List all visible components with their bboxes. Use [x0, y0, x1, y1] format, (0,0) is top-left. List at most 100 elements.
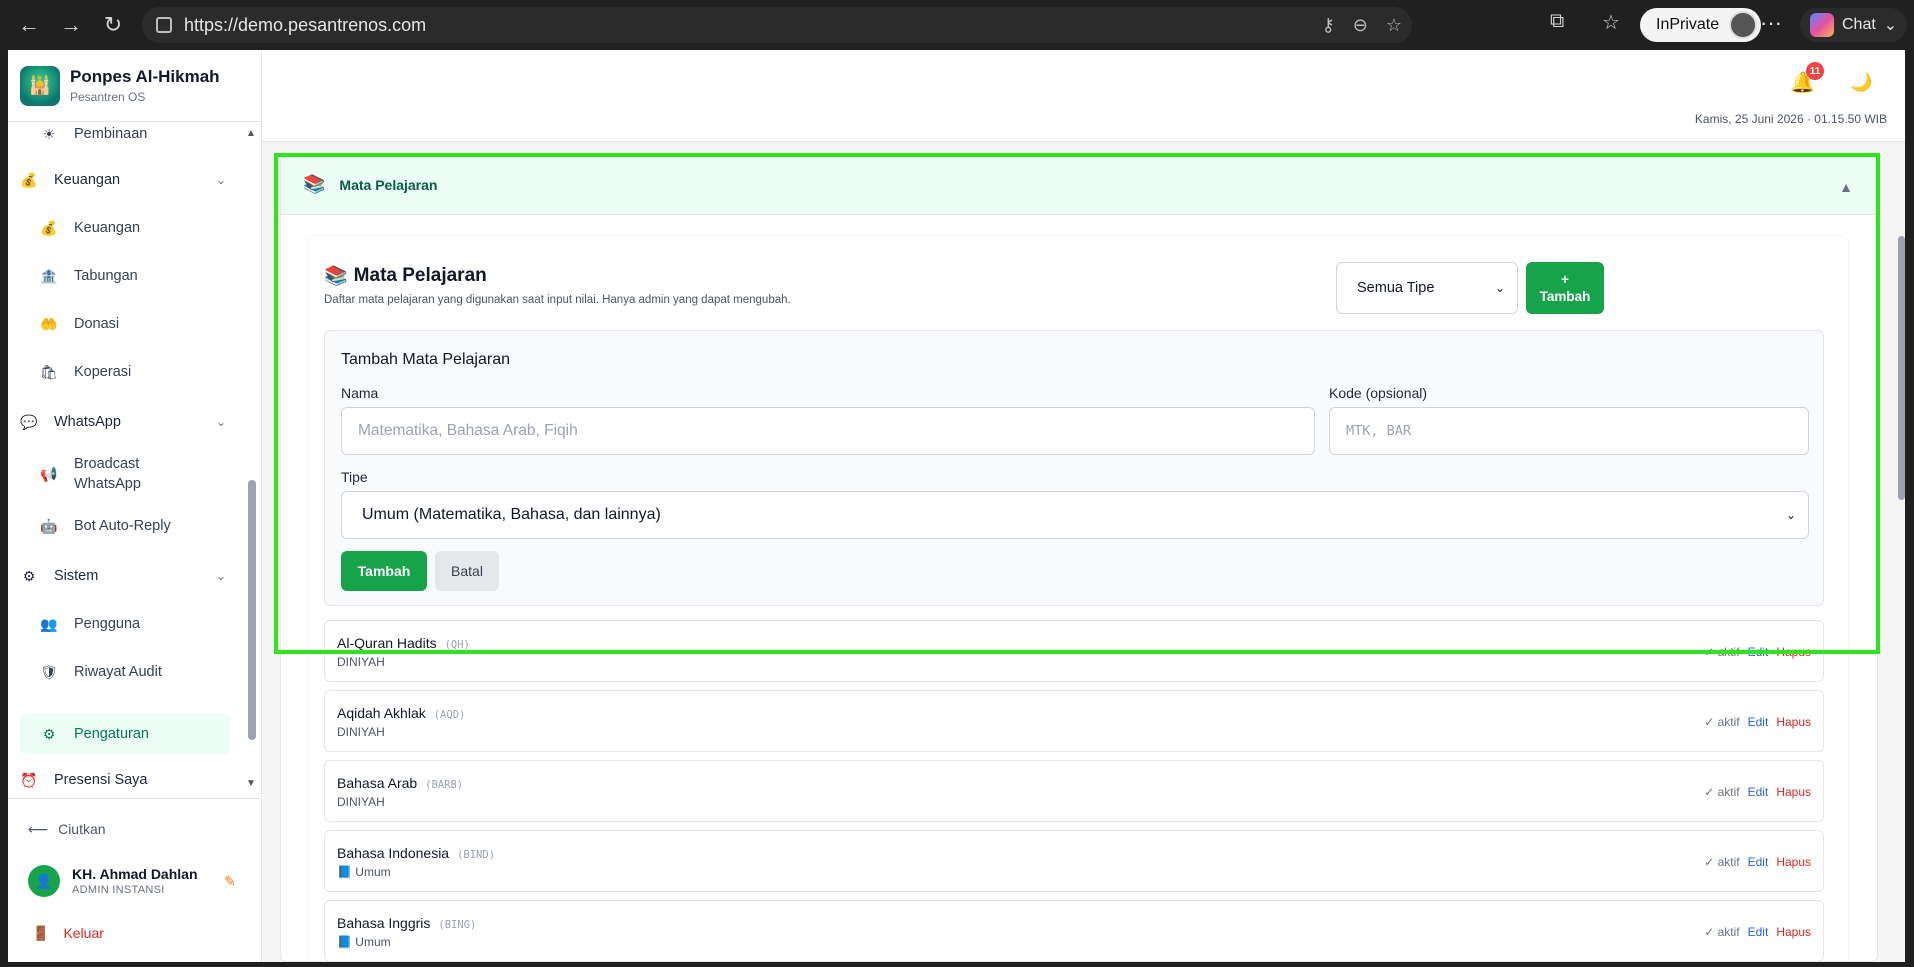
brand-header[interactable]: 🕌 Ponpes Al-Hikmah Pesantren OS	[8, 50, 261, 122]
main-content: 🔔 11 🌙 Kamis, 25 Juni 2026 · 01.15.50 WI…	[262, 50, 1905, 962]
donation-hands-icon: 🤲	[40, 315, 58, 332]
delete-link[interactable]: Hapus	[1776, 785, 1811, 799]
zoom-icon[interactable]: ⊖	[1353, 15, 1368, 36]
panel-title: Mata Pelajaran	[339, 176, 438, 193]
sidebar-item-keuangan[interactable]: 💰 Keuangan	[38, 210, 238, 246]
sidebar-item-label: Sistem	[54, 568, 99, 584]
address-bar[interactable]: https://demo.pesantrenos.com ⚷ ⊖ ☆	[142, 7, 1412, 43]
chevron-down-icon: ⌄	[215, 415, 226, 429]
key-icon[interactable]: ⚷	[1322, 15, 1335, 36]
shopping-bag-icon: 🛍	[40, 363, 58, 380]
sidebar-group-whatsapp[interactable]: 💬 WhatsApp ⌄	[18, 404, 238, 440]
add-subject-form: Tambah Mata Pelajaran Nama Matematika, B…	[324, 330, 1824, 606]
notification-badge: 11	[1806, 62, 1824, 80]
type-select[interactable]: Umum (Matematika, Bahasa, dan lainnya) ⌄	[341, 491, 1809, 539]
chevron-down-icon: ⌄	[1785, 508, 1796, 522]
megaphone-icon: 📢	[40, 465, 58, 482]
edit-link[interactable]: Edit	[1748, 645, 1769, 659]
sidebar-item-pembinaan[interactable]: ☀ Pembinaan	[38, 122, 238, 146]
favorite-star-icon[interactable]: ☆	[1386, 15, 1402, 36]
panel-header[interactable]: 📚 Mata Pelajaran ▲	[281, 155, 1877, 215]
page-scrollbar[interactable]	[1898, 50, 1905, 962]
edit-link[interactable]: Edit	[1748, 925, 1769, 939]
subject-type: DINIYAH	[337, 725, 385, 739]
speech-bubble-icon: 💬	[20, 413, 38, 430]
inprivate-button[interactable]: InPrivate	[1640, 8, 1762, 42]
scroll-up-arrow-icon[interactable]: ▲	[246, 128, 256, 139]
cancel-button[interactable]: Batal	[435, 551, 499, 591]
user-role: ADMIN INSTANSI	[72, 884, 165, 896]
bank-icon: 🏦	[40, 267, 58, 284]
add-subject-button[interactable]: + Tambah	[1526, 262, 1604, 314]
alarm-clock-icon: ⏰	[20, 771, 38, 788]
edit-link[interactable]: Edit	[1748, 855, 1769, 869]
money-bag-icon: 💰	[20, 171, 38, 188]
list-item: Bahasa Indonesia (BIND) 📘 Umum ✓ aktif Ed…	[324, 830, 1824, 892]
subject-type: 📘 Umum	[337, 865, 391, 879]
status-badge[interactable]: ✓ aktif	[1704, 925, 1739, 939]
delete-link[interactable]: Hapus	[1776, 925, 1811, 939]
sidebar-group-presensi-saya[interactable]: ⏰ Presensi Saya	[18, 762, 238, 798]
card-title-text: Mata Pelajaran	[353, 265, 487, 286]
subject-name: Bahasa Arab	[337, 775, 418, 791]
back-icon[interactable]: ←	[10, 6, 48, 44]
extensions-icon[interactable]: ⧉	[1550, 10, 1564, 33]
status-badge[interactable]: ✓ aktif	[1704, 785, 1739, 799]
sidebar-scrollbar[interactable]	[248, 480, 256, 740]
copilot-icon	[1810, 13, 1834, 37]
sidebar-item-donasi[interactable]: 🤲 Donasi	[38, 306, 238, 342]
edit-link[interactable]: Edit	[1748, 715, 1769, 729]
sidebar-item-bot-auto-reply[interactable]: 🤖 Bot Auto-Reply	[38, 508, 238, 544]
forward-icon[interactable]: →	[52, 6, 90, 44]
favorites-icon[interactable]: ☆	[1602, 10, 1620, 35]
type-filter-select[interactable]: Semua Tipe ⌄	[1336, 262, 1518, 314]
page-scrollbar-thumb[interactable]	[1898, 236, 1905, 500]
delete-link[interactable]: Hapus	[1776, 645, 1811, 659]
sidebar-item-koperasi[interactable]: 🛍 Koperasi	[38, 354, 238, 390]
notification-bell-icon[interactable]: 🔔 11	[1790, 62, 1824, 95]
page-viewport: 🕌 Ponpes Al-Hikmah Pesantren OS ☀ Pembin…	[8, 50, 1905, 962]
edit-link[interactable]: Edit	[1748, 785, 1769, 799]
sidebar-item-riwayat-audit[interactable]: 🛡 Riwayat Audit	[38, 654, 238, 690]
sidebar-item-label: Keuangan	[54, 172, 121, 188]
gear-icon: ⚙	[42, 725, 56, 742]
status-badge[interactable]: ✓ aktif	[1704, 715, 1739, 729]
dark-mode-moon-icon[interactable]: 🌙	[1850, 72, 1872, 93]
delete-link[interactable]: Hapus	[1776, 855, 1811, 869]
refresh-icon[interactable]: ↻	[94, 6, 132, 44]
profile-avatar	[1729, 11, 1758, 39]
user-profile[interactable]: 👤 KH. Ahmad Dahlan ADMIN INSTANSI ✎	[28, 865, 236, 897]
copilot-chat-button[interactable]: Chat ⌄	[1800, 8, 1908, 42]
name-input[interactable]: Matematika, Bahasa Arab, Fiqih	[341, 407, 1315, 455]
money-bag-icon: 💰	[40, 219, 58, 236]
sidebar-item-pengaturan[interactable]: ⚙ Pengaturan	[20, 714, 230, 754]
sidebar-item-broadcast-whatsapp[interactable]: 📢 Broadcast WhatsApp	[38, 452, 238, 496]
pencil-icon[interactable]: ✎	[224, 873, 236, 890]
sidebar-item-label: Broadcast	[74, 456, 140, 472]
robot-icon: 🤖	[40, 517, 58, 534]
more-menu-icon[interactable]: ···	[1760, 10, 1782, 36]
status-badge[interactable]: ✓ aktif	[1704, 855, 1739, 869]
books-icon: 📚	[303, 174, 326, 194]
submit-add-button[interactable]: Tambah	[341, 551, 427, 591]
subject-type: DINIYAH	[337, 655, 385, 669]
sidebar-group-keuangan[interactable]: 💰 Keuangan ⌄	[18, 162, 238, 198]
scroll-down-arrow-icon[interactable]: ▼	[246, 778, 256, 789]
logout-button[interactable]: 🚪 Keluar	[32, 925, 104, 942]
subject-code: (QH)	[444, 639, 470, 651]
delete-link[interactable]: Hapus	[1776, 715, 1811, 729]
code-input[interactable]: MTK, BAR	[1329, 407, 1809, 455]
chevron-down-icon: ⌄	[1883, 17, 1898, 34]
sidebar-item-pengguna[interactable]: 👥 Pengguna	[38, 606, 238, 642]
form-title: Tambah Mata Pelajaran	[341, 351, 510, 368]
mata-pelajaran-panel: 📚 Mata Pelajaran ▲ 📚 Mata Pelajaran Daft…	[280, 154, 1878, 962]
code-label: Kode (opsional)	[1329, 385, 1428, 401]
subjects-card: 📚 Mata Pelajaran Daftar mata pelajaran y…	[307, 235, 1849, 961]
subject-type: 📘 Umum	[337, 935, 391, 949]
status-badge[interactable]: ✓ aktif	[1704, 645, 1739, 659]
sidebar-group-sistem[interactable]: ⚙ Sistem ⌄	[18, 558, 238, 594]
sidebar-item-tabungan[interactable]: 🏦 Tabungan	[38, 258, 238, 294]
collapse-sidebar-button[interactable]: ⟵ Ciutkan	[28, 821, 106, 838]
collapse-caret-icon[interactable]: ▲	[1839, 179, 1853, 195]
sidebar-item-label: Presensi Saya	[54, 772, 148, 788]
